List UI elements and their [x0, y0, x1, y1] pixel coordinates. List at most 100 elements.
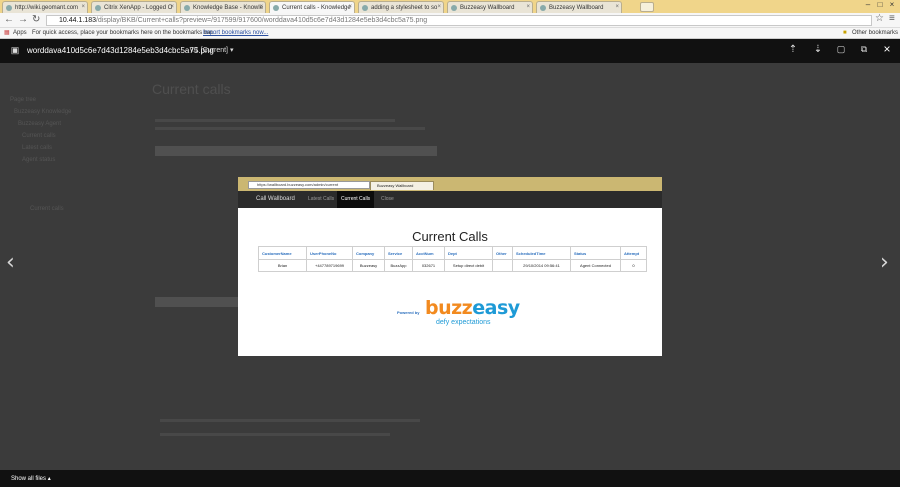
background-sidebar-item: Buzzeasy Agent — [18, 121, 62, 127]
close-icon[interactable]: × — [437, 4, 441, 11]
show-all-label: Show all files — [11, 476, 47, 482]
page-icon — [6, 5, 12, 11]
next-arrow-icon[interactable]: › — [880, 250, 889, 275]
table-cell — [492, 259, 513, 272]
forward-icon[interactable]: → — [18, 14, 28, 25]
table-cell: Buzzeasy — [352, 259, 385, 272]
comment-icon[interactable]: ▢ — [834, 44, 848, 55]
tab-title: Buzzeasy Wallboard — [460, 5, 515, 11]
column-header: CustomerName — [258, 246, 307, 260]
previous-arrow-icon[interactable]: ‹ — [6, 250, 15, 275]
table-cell: Brian — [258, 259, 307, 272]
preview-image: https://wallboard.buzzeasy.com/admin/cur… — [238, 177, 662, 356]
reload-icon[interactable]: ↻ — [32, 14, 40, 25]
background-text-line — [160, 419, 420, 422]
new-tab-button[interactable] — [640, 2, 654, 12]
background-text-line — [155, 119, 395, 122]
powered-by-label: Powered by — [397, 310, 420, 315]
folder-icon: ■ — [843, 30, 847, 36]
download-icon[interactable]: ⇣ — [811, 44, 825, 55]
star-icon[interactable]: ☆ — [875, 13, 884, 24]
minimize-icon[interactable]: – — [862, 0, 874, 9]
column-header: Other — [492, 246, 513, 260]
file-icon: ▣ — [10, 45, 20, 55]
logo-part-buzz: buzz — [425, 297, 473, 319]
column-header: Company — [352, 246, 385, 260]
screenshot-browser-bar: https://wallboard.buzzeasy.com/admin/cur… — [238, 177, 662, 191]
browser-tab[interactable]: Knowledge Base - Knowle × — [180, 1, 266, 13]
page-icon — [273, 5, 279, 11]
browser-tab-strip: http://wiki.geomant.com × Citrix XenApp -… — [0, 0, 900, 14]
viewer-toolbar: ▣ worddava410d5c6e7d43d1284e5eb3d4cbc5a7… — [0, 39, 900, 63]
close-window-icon[interactable]: × — [886, 0, 898, 9]
browser-tab[interactable]: Buzzeasy Wallboard × — [447, 1, 533, 13]
column-header: UserPhoneNo — [306, 246, 353, 260]
nav-latest-calls: Latest Calls — [308, 196, 335, 202]
logo-tagline: defy expectations — [436, 319, 491, 326]
close-icon[interactable]: × — [170, 4, 174, 11]
table-header-row: CustomerName UserPhoneNo Company Service… — [258, 246, 647, 260]
close-icon[interactable]: × — [526, 4, 530, 11]
column-header: Attempt — [620, 246, 647, 260]
tab-title: http://wiki.geomant.com — [15, 5, 79, 11]
column-header: Status — [570, 246, 621, 260]
address-bar: ← → ↻ 10.44.1.183/display/BKB/Current+ca… — [0, 13, 900, 28]
current-calls-table: CustomerName UserPhoneNo Company Service… — [258, 246, 647, 272]
page-icon — [451, 5, 457, 11]
logo-part-easy: easy — [472, 297, 520, 319]
table-row: Brian +447789719699 Buzzeasy BuzzApp 032… — [258, 259, 647, 272]
tab-title: Buzzeasy Wallboard — [549, 5, 604, 11]
wallboard-navbar: Call Wallboard Latest Calls Current Call… — [238, 191, 662, 208]
url-input[interactable]: 10.44.1.183/display/BKB/Current+calls?pr… — [46, 15, 872, 26]
page-icon — [362, 5, 368, 11]
screenshot-tab: Buzzeasy Wallboard — [370, 181, 434, 190]
viewer-footer: Show all files ▴ — [0, 470, 900, 487]
background-sidebar-item: Buzzeasy Knowledge — [14, 109, 72, 115]
apps-link[interactable]: Apps — [13, 28, 27, 38]
table-cell: BuzzApp — [384, 259, 413, 272]
chevron-up-icon: ▴ — [47, 476, 51, 482]
background-text-line — [160, 433, 390, 436]
column-header: ScheduledTime — [512, 246, 571, 260]
browser-tab[interactable]: Citrix XenApp - Logged O × — [91, 1, 177, 13]
browser-tab[interactable]: Buzzeasy Wallboard × — [536, 1, 622, 13]
file-name: worddava410d5c6e7d43d1284e5eb3d4cbc5a75.… — [27, 46, 214, 55]
nav-close: Close — [381, 196, 394, 202]
table-cell: Setup direct debit — [444, 259, 493, 272]
close-icon[interactable]: × — [259, 4, 263, 11]
background-page-title: Current calls — [152, 81, 231, 97]
column-header: AcctNum — [412, 246, 445, 260]
show-all-files-button[interactable]: Show all files ▴ — [11, 475, 51, 482]
background-sidebar-item: Page tree — [10, 97, 37, 103]
open-external-icon[interactable]: ⧉ — [857, 44, 871, 55]
close-viewer-icon[interactable]: × — [880, 42, 894, 56]
apps-icon[interactable]: ▦ — [4, 28, 10, 38]
url-path: /display/BKB/Current+calls?preview=/9175… — [95, 17, 428, 24]
tab-title: Current calls - Knowledge — [282, 5, 351, 11]
close-icon[interactable]: × — [81, 4, 85, 11]
other-bookmarks[interactable]: Other bookmarks — [852, 28, 898, 38]
table-cell: 032671 — [412, 259, 445, 272]
window-controls: – □ × — [862, 0, 898, 9]
column-header: Dept — [444, 246, 493, 260]
table-cell: Agent Connected — [570, 259, 621, 272]
browser-tab[interactable]: adding a stylesheet to so × — [358, 1, 444, 13]
upload-icon[interactable]: ⇡ — [786, 44, 800, 55]
version-dropdown[interactable]: v.1 [Current] ▾ — [190, 46, 233, 54]
background-sidebar-item: Latest calls — [22, 145, 53, 151]
menu-icon[interactable]: ≡ — [889, 13, 895, 24]
restore-icon[interactable]: □ — [874, 0, 886, 9]
page-icon — [184, 5, 190, 11]
background-sidebar-item: Agent status — [22, 157, 56, 163]
page-icon — [95, 5, 101, 11]
close-icon[interactable]: × — [348, 4, 352, 11]
table-cell: 29/10/2014 09:56:41 — [512, 259, 571, 272]
back-icon[interactable]: ← — [4, 14, 14, 25]
close-icon[interactable]: × — [615, 4, 619, 11]
tab-title: Knowledge Base - Knowle — [193, 5, 264, 11]
import-bookmarks-link[interactable]: Import bookmarks now... — [203, 28, 268, 38]
tab-title: Citrix XenApp - Logged O — [104, 5, 173, 11]
tab-title: adding a stylesheet to so — [371, 5, 438, 11]
background-text-line — [155, 127, 425, 130]
browser-tab[interactable]: http://wiki.geomant.com × — [2, 1, 88, 13]
